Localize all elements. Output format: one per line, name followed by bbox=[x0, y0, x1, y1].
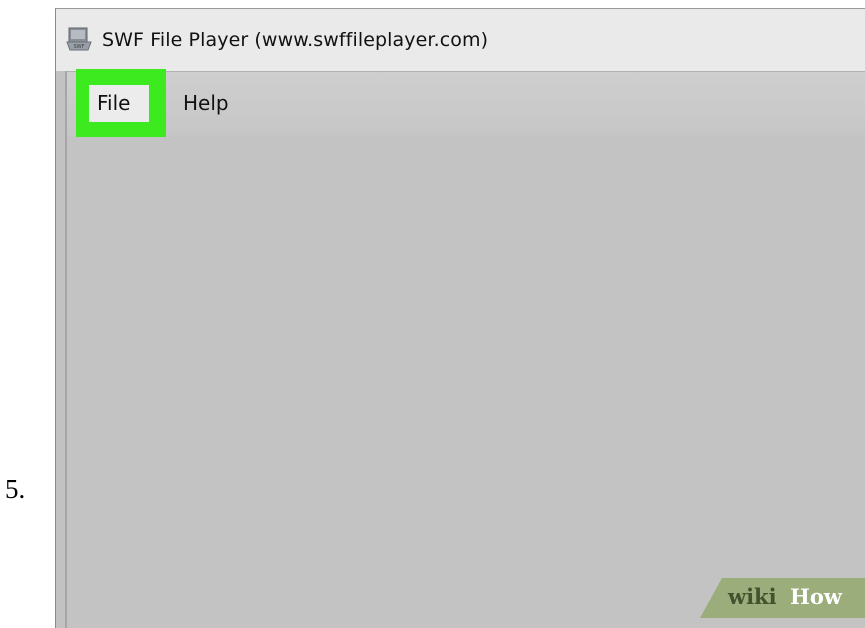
window-title: SWF File Player (www.swffileplayer.com) bbox=[102, 29, 489, 51]
watermark-wiki-text: wiki bbox=[728, 584, 777, 609]
app-window: SWF SWF File Player (www.swffileplayer.c… bbox=[55, 8, 865, 628]
file-menu[interactable]: File bbox=[89, 85, 149, 122]
step-number: 5. bbox=[5, 474, 26, 504]
player-area: File Help bbox=[65, 69, 865, 628]
title-bar[interactable]: SWF SWF File Player (www.swffileplayer.c… bbox=[56, 9, 865, 71]
help-menu[interactable]: Help bbox=[183, 91, 229, 115]
svg-text:SWF: SWF bbox=[74, 44, 85, 50]
menu-bar: File Help bbox=[67, 69, 865, 137]
watermark-how-text: How bbox=[790, 584, 842, 609]
swf-app-icon: SWF bbox=[66, 26, 92, 52]
